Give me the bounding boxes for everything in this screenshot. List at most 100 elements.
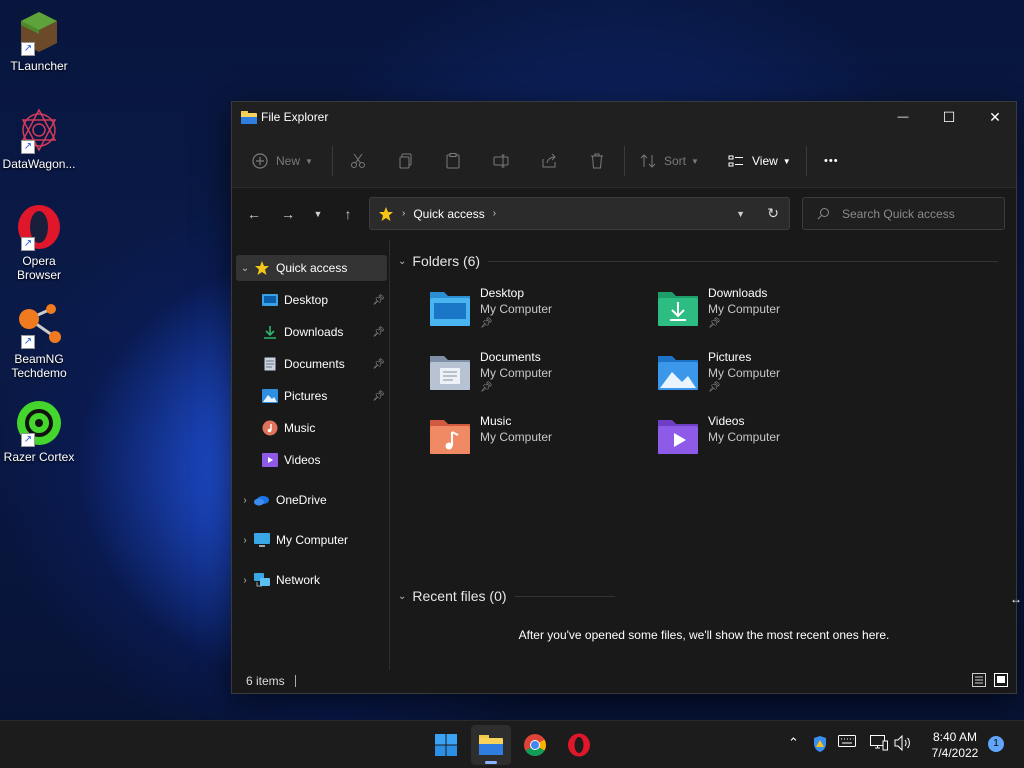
search-input[interactable]: Search Quick access: [802, 197, 1005, 230]
folder-location: My Computer: [480, 302, 553, 316]
maximize-button[interactable]: ☐: [926, 102, 972, 132]
start-button[interactable]: [426, 725, 466, 765]
sidebar-item-videos[interactable]: Videos: [244, 447, 387, 473]
close-button[interactable]: ✕: [972, 102, 1018, 132]
taskbar-chrome[interactable]: [515, 725, 555, 765]
sort-icon: [640, 154, 656, 168]
share-button[interactable]: [541, 150, 557, 172]
volume-icon[interactable]: [894, 734, 912, 754]
copy-button[interactable]: [398, 150, 414, 172]
recent-files-empty-message: After you've opened some files, we'll sh…: [518, 628, 890, 642]
address-dropdown-icon[interactable]: ▼: [736, 209, 745, 219]
sidebar-item-label: Pictures: [284, 389, 328, 403]
network-icon: [254, 572, 270, 588]
status-bar: 6 items: [232, 669, 1016, 693]
pin-icon: 📌︎: [480, 382, 493, 393]
desktop-icon-opera[interactable]: ↗ Opera Browser: [0, 203, 78, 282]
forward-button[interactable]: →: [276, 204, 300, 224]
keyboard-icon[interactable]: [838, 735, 856, 750]
sidebar-item-desktop[interactable]: Desktop 📌︎: [244, 287, 387, 313]
folder-tile-music[interactable]: Music My Computer: [428, 414, 648, 470]
chevron-right-icon[interactable]: ›: [493, 208, 496, 219]
chevron-down-icon: ⌄: [398, 255, 407, 267]
tiles-view-button[interactable]: [994, 672, 1008, 690]
chevron-right-icon[interactable]: ›: [236, 535, 254, 546]
delete-button[interactable]: [589, 150, 605, 172]
paste-button[interactable]: [445, 150, 461, 172]
chevron-down-icon: ▼: [782, 156, 791, 166]
new-label: New: [276, 154, 301, 168]
address-bar[interactable]: › Quick access › ▼ ↻: [369, 197, 790, 230]
music-folder-icon: [430, 420, 470, 454]
chevron-right-icon[interactable]: ›: [236, 495, 254, 506]
minimize-button[interactable]: —: [880, 102, 926, 132]
item-count: 6 items: [246, 674, 285, 688]
breadcrumb-quick-access[interactable]: Quick access: [413, 207, 484, 221]
folder-tile-pictures[interactable]: Pictures My Computer 📌︎: [656, 350, 876, 406]
chevron-right-icon[interactable]: ›: [236, 575, 254, 586]
taskbar-opera[interactable]: [559, 725, 599, 765]
taskbar: ⌃ 8:40 AM 7/4/2022 1: [0, 720, 1024, 768]
folders-section-header[interactable]: ⌄ Folders (6): [398, 253, 999, 269]
back-button[interactable]: ←: [242, 204, 266, 224]
sidebar-item-my-computer[interactable]: › My Computer: [236, 527, 387, 553]
folder-tile-downloads[interactable]: Downloads My Computer 📌︎: [656, 286, 876, 342]
new-button[interactable]: New ▼: [252, 150, 313, 172]
divider: [332, 146, 333, 176]
desktop-icon-datawagon[interactable]: ↗ DataWagon...: [0, 106, 78, 171]
see-more-button[interactable]: •••: [824, 150, 839, 172]
clock[interactable]: 8:40 AM 7/4/2022: [920, 729, 990, 761]
recent-locations-button[interactable]: ▼: [306, 204, 330, 224]
network-status-icon[interactable]: [870, 735, 888, 754]
divider: [514, 595, 615, 597]
maximize-icon: ☐: [942, 108, 956, 125]
sidebar-item-label: Music: [284, 421, 316, 435]
sidebar-item-music[interactable]: Music: [244, 415, 387, 441]
up-button[interactable]: ↑: [336, 204, 360, 224]
beamng-icon: ↗: [15, 301, 63, 349]
sort-button[interactable]: Sort ▼: [640, 150, 699, 172]
desktop-folder-icon: [430, 292, 470, 326]
show-hidden-icons-button[interactable]: ⌃: [788, 735, 799, 751]
navigation-row: ← → ▼ ↑ › Quick access › ▼ ↻ Search Quic…: [232, 188, 1016, 240]
razer-cortex-icon: ↗: [15, 399, 63, 447]
sidebar-item-label: Network: [276, 573, 321, 587]
folder-location: My Computer: [708, 430, 781, 444]
chevron-down-icon[interactable]: ⌄: [236, 263, 254, 274]
security-icon[interactable]: [812, 735, 828, 756]
sidebar-item-documents[interactable]: Documents 📌︎: [244, 351, 387, 377]
refresh-icon[interactable]: ↻: [767, 205, 779, 222]
folder-tile-videos[interactable]: Videos My Computer: [656, 414, 876, 470]
notification-badge[interactable]: 1: [988, 736, 1004, 752]
desktop-icon-beamng[interactable]: ↗ BeamNG Techdemo: [0, 301, 78, 380]
pin-icon: 📌︎: [372, 390, 385, 402]
recent-files-section-header[interactable]: ⌄ Recent files (0): [398, 588, 615, 604]
cut-button[interactable]: [350, 150, 366, 172]
minimize-icon: —: [897, 111, 909, 123]
sidebar-item-quick-access[interactable]: ⌄ Quick access: [236, 255, 387, 281]
sidebar-item-pictures[interactable]: Pictures 📌︎: [244, 383, 387, 409]
desktop-icon-razer[interactable]: ↗ Razer Cortex: [0, 399, 78, 464]
arrow-right-icon: →: [281, 206, 295, 222]
folder-tile-documents[interactable]: Documents My Computer 📌︎: [428, 350, 648, 406]
details-view-button[interactable]: [972, 672, 986, 690]
view-button[interactable]: View ▼: [728, 150, 791, 172]
pictures-icon: [262, 388, 278, 404]
folder-tile-desktop[interactable]: Desktop My Computer 📌︎: [428, 286, 648, 342]
desktop-icon-tlauncher[interactable]: ↗ TLauncher: [0, 8, 78, 73]
title-bar[interactable]: File Explorer — ☐ ✕: [232, 102, 1016, 132]
sidebar-item-network[interactable]: › Network: [236, 567, 387, 593]
scissors-icon: [351, 153, 365, 168]
folder-name: Downloads: [708, 286, 768, 300]
sidebar-item-downloads[interactable]: Downloads 📌︎: [244, 319, 387, 345]
document-icon: [262, 356, 278, 372]
pin-icon: 📌︎: [372, 326, 385, 338]
sidebar-item-onedrive[interactable]: › OneDrive: [236, 487, 387, 513]
sidebar-item-label: Downloads: [284, 325, 344, 339]
rename-button[interactable]: [493, 150, 509, 172]
tiles-view-icon: [994, 672, 1008, 687]
divider: [624, 146, 625, 176]
sidebar-item-label: My Computer: [276, 533, 349, 547]
taskbar-file-explorer[interactable]: [471, 725, 511, 765]
desktop-icon-label: BeamNG Techdemo: [11, 352, 67, 380]
